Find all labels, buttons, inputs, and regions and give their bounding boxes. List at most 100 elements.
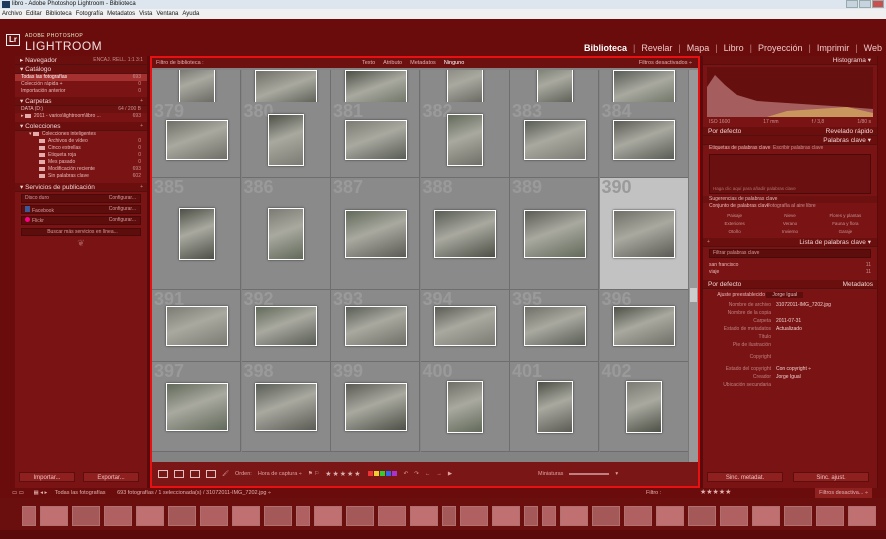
scroll-thumb[interactable]: [690, 288, 697, 302]
keyword-set-item[interactable]: Verano: [762, 220, 817, 228]
filter-presets[interactable]: Filtros desactivados ÷: [639, 58, 692, 68]
photo-thumbnail[interactable]: [268, 208, 304, 260]
catalog-item-quick[interactable]: Colección rápida + 0: [15, 81, 147, 88]
filter-attribute[interactable]: Atributo: [383, 58, 402, 68]
collection-item[interactable]: Modificación reciente 693: [15, 166, 147, 173]
metadata-header[interactable]: Por defecto Metadatos: [703, 280, 877, 289]
sort-order-select[interactable]: Hora de captura ÷: [258, 471, 302, 477]
keyword-set-item[interactable]: Flores y plantas: [818, 212, 873, 220]
photo-thumbnail[interactable]: [178, 208, 215, 260]
filmstrip-thumbnail[interactable]: [442, 506, 456, 526]
photo-thumbnail[interactable]: [523, 210, 586, 258]
photo-thumbnail[interactable]: [165, 383, 228, 431]
filmstrip-rating-filter[interactable]: ★★★★★: [700, 488, 731, 498]
keyword-entry-area[interactable]: Haga clic aquí para añadir palabras clav…: [709, 154, 871, 194]
grid-cell[interactable]: 390: [599, 178, 689, 290]
secondary-display-icon[interactable]: ▭ ▭: [12, 490, 24, 496]
catalog-item-previous[interactable]: Importación anterior 0: [15, 88, 147, 95]
filmstrip-thumbnail[interactable]: [346, 506, 374, 526]
photo-thumbnail[interactable]: [536, 381, 573, 433]
sync-metadata-button[interactable]: Sinc. metadat.: [707, 472, 783, 482]
keyword-set-item[interactable]: Otoño: [707, 228, 762, 236]
photo-thumbnail[interactable]: [613, 306, 675, 346]
metadata-field[interactable]: Pie de ilustración: [703, 342, 877, 354]
keyword-set-select[interactable]: Fotografía al aire libre: [767, 203, 871, 210]
metadata-field[interactable]: Título: [703, 334, 877, 342]
keyword-set-row[interactable]: Conjunto de palabras clave Fotografía al …: [703, 203, 877, 210]
grid-cell[interactable]: 393: [331, 290, 420, 362]
grid-cell[interactable]: 380: [241, 102, 331, 178]
publish-disk[interactable]: Disco duro Configurar...: [21, 194, 141, 203]
filmstrip-thumbnail[interactable]: [104, 506, 132, 526]
photo-thumbnail[interactable]: [344, 120, 407, 160]
metadata-preset-row[interactable]: Ajuste preestablecido Jorge Igual: [703, 292, 877, 299]
grid-cell[interactable]: 397: [152, 362, 241, 452]
flag-icons[interactable]: ⚑ ⚐: [308, 471, 319, 477]
grid-icon[interactable]: ▦: [33, 490, 38, 496]
keyword-list-item[interactable]: viaje 11: [703, 269, 877, 276]
grid-cell[interactable]: 399: [331, 362, 420, 452]
metadata-field[interactable]: Nombre de la copia: [703, 310, 877, 318]
slideshow-icon[interactable]: ▶: [448, 471, 452, 477]
grid-cell[interactable]: 391: [152, 290, 241, 362]
rotate-left-icon[interactable]: ↶: [404, 471, 409, 477]
collections-header[interactable]: ▾ Colecciones +: [15, 122, 147, 131]
metadata-field[interactable]: Estado del copyright Con copyright ÷: [703, 366, 877, 374]
filmstrip-thumbnail[interactable]: [200, 506, 228, 526]
next-icon[interactable]: →: [436, 471, 442, 477]
keyword-set-item[interactable]: Nieve: [762, 212, 817, 220]
menu-archivo[interactable]: Archivo: [2, 9, 22, 19]
sync-settings-button[interactable]: Sinc. ajust.: [793, 472, 869, 482]
publish-facebook[interactable]: Facebook Configurar...: [21, 205, 141, 214]
filmstrip-thumbnail[interactable]: [524, 506, 538, 526]
metadata-field[interactable]: Copyright: [703, 354, 877, 366]
filmstrip-thumbnail[interactable]: [460, 506, 488, 526]
metadata-view-select[interactable]: Por defecto: [708, 281, 741, 288]
filmstrip-thumbnail[interactable]: [22, 506, 36, 526]
metadata-field-value[interactable]: Jorge Igual: [776, 374, 801, 380]
module-web[interactable]: Web: [864, 43, 882, 53]
keyword-set-item[interactable]: Garaje: [818, 228, 873, 236]
filmstrip-thumbnail[interactable]: [410, 506, 438, 526]
folder-row[interactable]: ▸ 2011 - varios\lightroom\libro ... 693: [15, 113, 147, 120]
grid-cell[interactable]: 401: [510, 362, 599, 452]
grid-cell[interactable]: 398: [241, 362, 331, 452]
keywords-header[interactable]: Palabras clave ▾: [703, 136, 877, 145]
grid-cell[interactable]: 389: [510, 178, 599, 290]
histogram-header[interactable]: Histograma ▾: [703, 56, 877, 65]
keyword-list-item[interactable]: san francisco 11: [703, 262, 877, 269]
grid-cell[interactable]: 386: [241, 178, 331, 290]
metadata-field[interactable]: Nombre de archivo 31072011-IMG_7202.jpg: [703, 302, 877, 310]
menu-metadatos[interactable]: Metadatos: [107, 9, 135, 19]
metadata-field[interactable]: Carpeta 2011-07-31: [703, 318, 877, 326]
add-folder-icon[interactable]: +: [140, 97, 143, 106]
menu-vista[interactable]: Vista: [139, 9, 152, 19]
photo-thumbnail[interactable]: [434, 306, 496, 346]
filmstrip-thumbnail[interactable]: [232, 506, 260, 526]
metadata-field[interactable]: Estado de metadatos Actualizado: [703, 326, 877, 334]
filter-none[interactable]: Ninguno: [444, 58, 465, 68]
filmstrip-source[interactable]: Todas las fotografías: [55, 490, 106, 496]
survey-view-icon[interactable]: [206, 470, 216, 478]
metadata-field[interactable]: Creador Jorge Igual: [703, 374, 877, 382]
catalog-item-all[interactable]: Todas las fotografías 693: [15, 74, 147, 81]
filmstrip-thumbnail[interactable]: [784, 506, 812, 526]
photo-thumbnail[interactable]: [523, 120, 586, 160]
filmstrip-thumbnail[interactable]: [656, 506, 684, 526]
rating-stars[interactable]: ★★★★★: [325, 470, 361, 478]
painter-icon[interactable]: 🖌: [222, 471, 229, 477]
photo-thumbnail[interactable]: [344, 306, 407, 346]
rotate-right-icon[interactable]: ↷: [414, 471, 419, 477]
grid-cell[interactable]: 384: [599, 102, 689, 178]
keyword-filter-input[interactable]: Filtrar palabras clave: [709, 249, 871, 258]
photo-thumbnail[interactable]: [165, 120, 228, 160]
grid-cell[interactable]: 388: [420, 178, 510, 290]
filmstrip-thumbnail[interactable]: [264, 506, 292, 526]
catalog-header[interactable]: ▾ Catálogo: [15, 65, 147, 74]
menu-biblioteca[interactable]: Biblioteca: [46, 9, 72, 19]
publish-configure[interactable]: Configurar...: [109, 195, 136, 201]
metadata-field[interactable]: Ubicación secundaria: [703, 382, 877, 390]
quick-develop-preset[interactable]: Por defecto: [708, 128, 741, 135]
filmstrip-thumbnail[interactable]: [136, 506, 164, 526]
publish-flickr[interactable]: Flickr Configurar...: [21, 216, 141, 225]
